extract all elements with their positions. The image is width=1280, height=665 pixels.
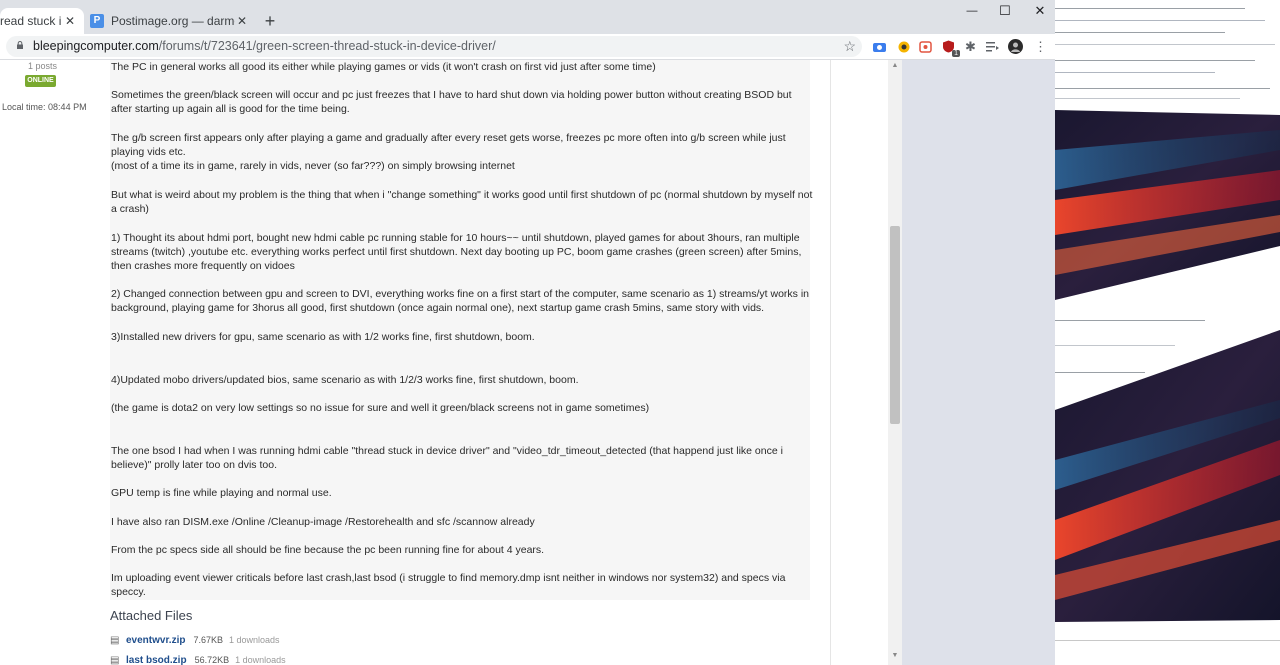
local-time: Local time: 08:44 PM [2, 102, 87, 112]
attachment-downloads: 1 downloads [229, 635, 280, 645]
tab-title: Postimage.org — darmowy hostin [111, 14, 235, 28]
address-bar[interactable]: bleepingcomputer.com/forums/t/723641/gre… [6, 36, 862, 57]
postimage-favicon-icon: P [90, 14, 104, 28]
lock-icon [17, 41, 23, 49]
post-paragraph: The one bsod I had when I was running hd… [111, 445, 783, 472]
playlist-icon[interactable] [985, 39, 1000, 54]
local-time-label: Local time: [2, 102, 46, 112]
puzzle-extensions-icon[interactable]: ✱ [963, 39, 978, 54]
post-paragraph: From the pc specs side all should be fin… [111, 544, 545, 556]
post-container: The PC in general works all good its eit… [100, 60, 831, 665]
vertical-scrollbar[interactable]: ▲ ▼ [888, 60, 902, 665]
post-paragraph: The g/b screen first appears only after … [111, 132, 786, 159]
minimize-window-button[interactable]: — [957, 0, 987, 22]
paperclip-icon: ▤ [110, 634, 120, 646]
attachment-link[interactable]: last bsod.zip [126, 655, 187, 665]
attached-files-heading: Attached Files [110, 608, 193, 623]
post-paragraph: (most of a time its in game, rarely in v… [111, 160, 515, 172]
attachment-link[interactable]: eventwvr.zip [126, 635, 185, 646]
url-path: /forums/t/723641/green-screen-thread-stu… [158, 39, 496, 53]
extension-badge: 1 [952, 50, 960, 57]
post-paragraph: But what is weird about my problem is th… [111, 189, 813, 216]
attachment-row: ▤ eventwvr.zip 7.67KB 1 downloads [110, 633, 280, 647]
tab-bleepingcomputer[interactable]: read stuck in dev ✕ [0, 8, 84, 34]
url-domain: bleepingcomputer.com [33, 39, 159, 53]
post-paragraph: 2) Changed connection between gpu and sc… [111, 288, 810, 315]
abstract-wallpaper-image [1055, 0, 1280, 665]
post-paragraph: 4)Updated mobo drivers/updated bios, sam… [111, 374, 579, 386]
tab-strip: read stuck in dev ✕ P Postimage.org — da… [0, 0, 1055, 34]
close-window-button[interactable]: ✕ [1025, 0, 1055, 22]
scroll-down-arrow-icon[interactable]: ▼ [888, 650, 902, 662]
tab-postimage[interactable]: P Postimage.org — darmowy hostin ✕ [88, 8, 256, 34]
bookmark-star-icon[interactable]: ☆ [843, 38, 856, 55]
attachment-downloads: 1 downloads [235, 655, 286, 665]
content-gutter [833, 60, 888, 665]
local-time-value: 08:44 PM [48, 102, 87, 112]
post-paragraph: Sometimes the green/black screen will oc… [111, 89, 792, 116]
page-right-margin [902, 60, 1055, 665]
close-tab-icon[interactable]: ✕ [62, 13, 78, 29]
user-info-panel: 1 posts ONLINE Local time: 08:44 PM [0, 60, 100, 665]
tab-title: read stuck in dev [0, 14, 62, 28]
post-body: The PC in general works all good its eit… [110, 60, 813, 600]
post-paragraph: 3)Installed new drivers for gpu, same sc… [111, 331, 535, 343]
post-paragraph: I have also ran DISM.exe /Online /Cleanu… [111, 516, 535, 528]
screenshot-extension-icon[interactable] [918, 39, 933, 54]
scrollbar-thumb[interactable] [890, 226, 900, 424]
online-status-badge: ONLINE [25, 75, 56, 87]
shield-extension-icon[interactable] [896, 39, 911, 54]
post-paragraph: GPU temp is fine while playing and norma… [111, 487, 332, 499]
close-tab-icon[interactable]: ✕ [234, 13, 250, 29]
attachment-size: 56.72KB [194, 655, 230, 665]
camera-extension-icon[interactable] [872, 39, 887, 54]
desktop-wallpaper [1055, 0, 1280, 665]
scroll-up-arrow-icon[interactable]: ▲ [888, 60, 902, 72]
attachment-row: ▤ last bsod.zip 56.72KB 1 downloads [110, 653, 286, 665]
post-paragraph: 1) Thought its about hdmi port, bought n… [111, 232, 802, 273]
more-menu-icon[interactable]: ⋮ [1033, 39, 1048, 54]
post-paragraph: The PC in general works all good its eit… [111, 61, 656, 73]
paperclip-icon: ▤ [110, 654, 120, 665]
maximize-window-button[interactable]: ☐ [990, 0, 1020, 22]
post-paragraph: (the game is dota2 on very low settings … [111, 402, 650, 414]
url-text[interactable]: bleepingcomputer.com/forums/t/723641/gre… [33, 39, 496, 53]
profile-avatar[interactable] [1008, 39, 1023, 54]
ublock-extension-icon[interactable]: 1 [941, 39, 960, 57]
attachment-size: 7.67KB [193, 635, 223, 645]
post-paragraph: Im uploading event viewer criticals befo… [111, 572, 786, 599]
post-count: 1 posts [28, 61, 58, 71]
page-viewport: 1 posts ONLINE Local time: 08:44 PM The … [0, 60, 1055, 665]
browser-toolbar: bleepingcomputer.com/forums/t/723641/gre… [0, 34, 1055, 60]
plus-icon[interactable]: + [260, 11, 280, 31]
